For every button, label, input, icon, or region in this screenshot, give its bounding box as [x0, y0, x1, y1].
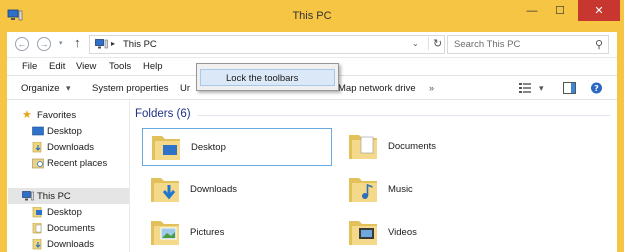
- folder-documents[interactable]: Documents: [340, 128, 530, 166]
- map-network-drive-button[interactable]: Map network drive: [338, 83, 416, 94]
- recent-locations-button[interactable]: ▾: [59, 39, 63, 47]
- music-folder-icon: [349, 178, 377, 202]
- pictures-folder-icon: [151, 221, 179, 245]
- folder-desktop-label: Desktop: [191, 142, 226, 153]
- folder-music-label: Music: [388, 184, 413, 195]
- back-button[interactable]: ←: [15, 37, 29, 51]
- forward-button[interactable]: →: [37, 37, 51, 51]
- folder-music[interactable]: Music: [340, 171, 530, 209]
- folder-videos[interactable]: Videos: [340, 214, 530, 252]
- folder-desktop[interactable]: Desktop: [142, 128, 332, 166]
- star-icon: ★: [22, 109, 32, 121]
- address-field[interactable]: ▸ This PC ⌄ ↻: [89, 35, 445, 54]
- this-pc-icon: [22, 191, 34, 201]
- explorer-window: This PC — ☐ ✕ ← → ▾ ↑ ▸ This PC ⌄ ↻ Sear…: [0, 0, 624, 252]
- desktop-icon: [32, 126, 44, 136]
- system-properties-button[interactable]: System properties: [92, 83, 169, 94]
- search-placeholder: Search This PC: [454, 39, 521, 50]
- recent-places-icon: [32, 158, 44, 169]
- menu-help[interactable]: Help: [143, 61, 163, 72]
- more-commands-icon[interactable]: »: [429, 83, 434, 93]
- desktop-folder-icon: [32, 207, 42, 218]
- svg-text:?: ?: [594, 84, 599, 93]
- folders-group-header[interactable]: Folders (6): [135, 108, 191, 120]
- uninstall-button-partial[interactable]: Ur: [180, 83, 196, 94]
- documents-folder-icon: [32, 223, 42, 234]
- lock-toolbars-label: Lock the toolbars: [226, 73, 299, 84]
- downloads-folder-icon: [32, 142, 42, 153]
- breadcrumb-separator-icon[interactable]: ▸: [111, 39, 115, 48]
- title-bar[interactable]: This PC — ☐ ✕: [0, 0, 624, 32]
- downloads-folder-icon: [32, 239, 42, 250]
- organize-chevron-icon[interactable]: ▾: [66, 83, 71, 94]
- downloads-folder-icon: [151, 178, 179, 202]
- folder-pictures[interactable]: Pictures: [142, 214, 332, 252]
- refresh-icon[interactable]: ↻: [428, 37, 442, 50]
- menu-file[interactable]: File: [22, 61, 37, 72]
- file-list: Folders (6) Desktop Documents Downloads …: [130, 100, 617, 252]
- up-button[interactable]: ↑: [74, 35, 81, 50]
- documents-folder-icon: [349, 135, 377, 159]
- folder-videos-label: Videos: [388, 227, 417, 238]
- help-icon[interactable]: ?: [590, 82, 603, 94]
- desktop-folder-icon: [152, 136, 180, 160]
- search-input[interactable]: Search This PC ⚲: [447, 35, 609, 54]
- organize-button[interactable]: Organize: [21, 83, 60, 94]
- navigation-pane: ★ Favorites Desktop Downloads Recent pla…: [7, 100, 129, 252]
- menu-view[interactable]: View: [76, 61, 96, 72]
- view-options-chevron-icon[interactable]: ▾: [539, 83, 544, 94]
- preview-pane-icon[interactable]: [563, 82, 576, 94]
- close-button[interactable]: ✕: [578, 0, 620, 21]
- search-icon[interactable]: ⚲: [595, 38, 603, 51]
- folder-documents-label: Documents: [388, 141, 437, 152]
- folder-pictures-label: Pictures: [190, 227, 225, 238]
- videos-folder-icon: [349, 221, 377, 245]
- folder-downloads-label: Downloads: [190, 184, 237, 195]
- address-row: ← → ▾ ↑ ▸ This PC ⌄ ↻ Search This PC ⚲: [7, 32, 617, 57]
- menu-edit[interactable]: Edit: [49, 61, 65, 72]
- menu-tools[interactable]: Tools: [109, 61, 131, 72]
- folder-downloads[interactable]: Downloads: [142, 171, 332, 209]
- this-pc-icon: [95, 39, 108, 49]
- group-divider: [198, 115, 610, 116]
- address-dropdown-icon[interactable]: ⌄: [412, 39, 419, 48]
- change-view-icon[interactable]: [519, 82, 532, 94]
- lock-toolbars-menu-item[interactable]: Lock the toolbars: [200, 69, 335, 86]
- breadcrumb-this-pc[interactable]: This PC: [123, 39, 157, 50]
- maximize-button[interactable]: ☐: [546, 0, 574, 21]
- toolbar-context-menu: Lock the toolbars: [196, 63, 339, 91]
- minimize-button[interactable]: —: [518, 0, 546, 21]
- content-area: ★ Favorites Desktop Downloads Recent pla…: [7, 100, 617, 252]
